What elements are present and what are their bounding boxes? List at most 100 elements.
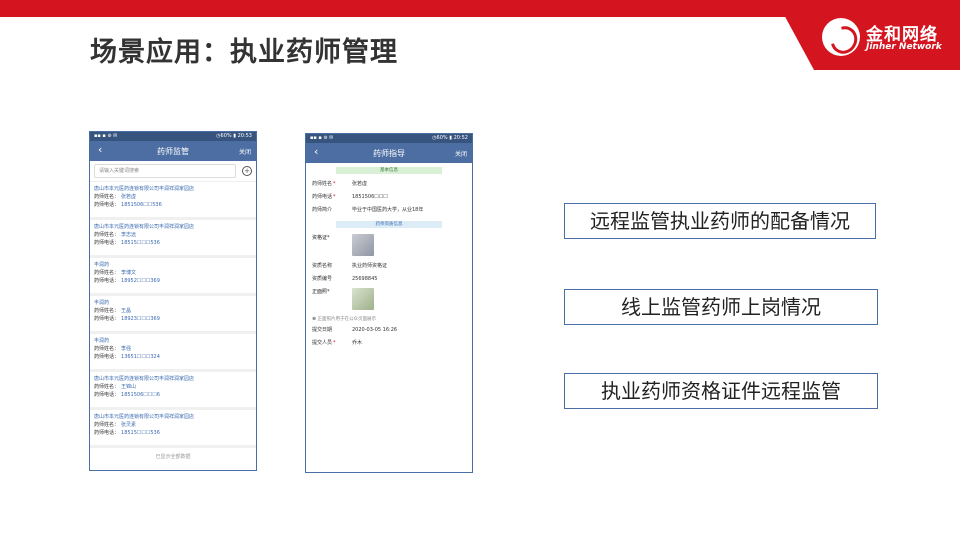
label-intro: 药师简介 [312,207,333,213]
close-button[interactable]: 关闭 [455,149,467,158]
list-item[interactable]: 唐山市本元医药连锁有限公司丰润祥润家园店 药师姓名： 李志远 药师电话： 18515☐☐… [90,220,256,258]
card-phone-value: 13651☐☐☐324 [121,354,160,360]
value-submitter: 乔木 [352,340,363,346]
label-phone: 药师电话 [312,194,333,200]
form-row-photo: 正面照* [306,286,472,314]
value-intro: 毕业于中国医药大学，从业18年 [352,207,424,213]
value-cert-no: 25698845 [352,276,378,282]
card-name-line: 药师姓名： 王锦山 [94,383,252,391]
phone-pharmacist-detail: ▪▪ ▪ ⊚ ✉ ◷60% ▮ 20:52 ‹ 药师指导 关闭 基本信息 药师姓… [305,133,473,473]
label-cert: 资格证 [312,235,328,241]
card-name-value: 张灵素 [121,422,137,428]
card-name-line: 药师姓名： 张若虚 [94,193,252,201]
form-row-intro: 药师简介 毕业于中国医药大学，从业18年 [306,204,472,217]
card-phone-value: 18923☐☐☐369 [121,316,160,322]
callout-certificate: 执业药师资格证件远程监管 [564,373,878,409]
required-mark: * [333,340,336,346]
card-phone-label: 药师电话： [94,392,120,398]
list-item[interactable]: 丰润药 药师姓名： 李强 药师电话： 13651☐☐☐324 [90,334,256,372]
card-phone-label: 药师电话： [94,354,120,360]
card-name-value: 李博文 [121,270,137,276]
callout-on-duty: 线上监管药师上岗情况 [564,289,878,325]
card-name-label: 药师姓名： [94,194,120,200]
list-footer: 已显示全部数据 [155,454,191,460]
label-cert-name: 资质名称 [312,263,333,269]
card-name-line: 药师姓名： 李博文 [94,269,252,277]
form-row-name: 药师姓名* 张若虚 [306,178,472,191]
value-date: 2020-03-05 16:26 [352,327,398,333]
card-phone-line: 药师电话： 18923☐☐☐369 [94,315,252,323]
nav-bar: ‹ 药师指导 关闭 [306,143,472,163]
card-name-label: 药师姓名： [94,346,120,352]
value-cert-name: 执业药师资格证 [352,263,388,269]
required-mark: * [333,194,336,200]
list-item[interactable]: 唐山市本元医药连锁有限公司丰润祥润家园店 药师姓名： 张若虚 药师电话： 1851506… [90,182,256,220]
label-submitter: 提交人员 [312,340,333,346]
status-bar: ▪▪ ▪ ⊚ ✉ ◷60% ▮ 20:52 [306,134,472,143]
card-phone-line: 药师电话： 18515☐☐☐536 [94,239,252,247]
section-cert-info: 药师资质信息 [336,221,442,228]
card-phone-line: 药师电话： 18952☐☐☐369 [94,277,252,285]
label-cert-no: 资质编号 [312,276,333,282]
status-bar: ▪▪ ▪ ⊚ ✉ ◷60% ▮ 20:53 [90,132,256,141]
add-icon[interactable]: + [242,166,252,176]
card-name-line: 药师姓名： 张灵素 [94,421,252,429]
card-name-label: 药师姓名： [94,308,120,314]
label-name: 药师姓名 [312,181,333,187]
card-name-label: 药师姓名： [94,270,120,276]
card-phone-line: 药师电话： 1851506☐☐536 [94,201,252,209]
page-title: 场景应用：执业药师管理 [90,37,398,68]
form-row-cert-image: 资格证* [306,232,472,260]
form-row-cert-no: 资质编号 25698845 [306,273,472,286]
nav-bar: ‹ 药师监管 关闭 [90,141,256,161]
photo-thumbnail[interactable] [352,288,374,310]
card-name-line: 药师姓名： 王晶 [94,307,252,315]
card-name-label: 药师姓名： [94,422,120,428]
card-name-value: 王锦山 [121,384,137,390]
form-row-submitter: 提交人员* 乔木 [306,337,472,350]
phone-pharmacist-list: ▪▪ ▪ ⊚ ✉ ◷60% ▮ 20:53 ‹ 药师监管 关闭 请输入关键词搜索… [89,131,257,471]
status-icons: ▪▪ ▪ ⊚ ✉ [94,133,118,139]
form-row-phone: 药师电话* 1851506☐☐☐ [306,191,472,204]
search-row: 请输入关键词搜索 + [90,161,256,182]
search-input[interactable]: 请输入关键词搜索 [94,164,236,178]
card-phone-label: 药师电话： [94,278,120,284]
brand-logo: 金和网络 Jinher Network [822,16,952,60]
card-phone-line: 药师电话： 1851506☐☐☐6 [94,391,252,399]
card-phone-label: 药师电话： [94,430,120,436]
status-icons: ▪▪ ▪ ⊚ ✉ [310,135,334,141]
list-item[interactable]: 唐山市本元医药连锁有限公司丰润祥润家园店 药师姓名： 王锦山 药师电话： 1851506… [90,372,256,410]
list-item[interactable]: 唐山市本元医药连锁有限公司丰润祥润家园店 药师姓名： 张灵素 药师电话： 18515☐☐… [90,410,256,448]
card-shop-name: 唐山市本元医药连锁有限公司丰润祥润家园店 [94,186,195,192]
card-shop-name: 唐山市本元医药连锁有限公司丰润祥润家园店 [94,414,195,420]
list-item[interactable]: 丰润药 药师姓名： 李博文 药师电话： 18952☐☐☐369 [90,258,256,296]
photo-hint: ❶ 正面照片用于在公众页面展示 [312,317,376,322]
required-mark: * [333,181,336,187]
list-item[interactable]: 丰润药 药师姓名： 王晶 药师电话： 18923☐☐☐369 [90,296,256,334]
card-name-label: 药师姓名： [94,232,120,238]
form-row-date: 提交日期 2020-03-05 16:26 [306,324,472,337]
section-basic-info: 基本信息 [336,167,442,174]
card-name-line: 药师姓名： 李志远 [94,231,252,239]
form-row-cert-name: 资质名称 执业药师资格证 [306,260,472,273]
pharmacist-list: 唐山市本元医药连锁有限公司丰润祥润家园店 药师姓名： 张若虚 药师电话： 1851506… [90,182,256,448]
close-button[interactable]: 关闭 [239,147,251,156]
required-mark: * [327,235,330,241]
card-phone-line: 药师电话： 18515☐☐☐536 [94,429,252,437]
card-name-value: 王晶 [121,308,132,314]
card-shop-name: 丰润药 [94,338,110,344]
card-name-value: 李强 [121,346,132,352]
card-phone-value: 1851506☐☐☐6 [121,392,160,398]
card-phone-value: 18515☐☐☐536 [121,240,160,246]
cert-image-thumbnail[interactable] [352,234,374,256]
label-photo: 正面照 [312,289,328,295]
status-time: ◷60% ▮ 20:53 [216,133,252,139]
card-phone-value: 18515☐☐☐536 [121,430,160,436]
card-name-value: 张若虚 [121,194,137,200]
card-phone-line: 药师电话： 13651☐☐☐324 [94,353,252,361]
nav-title: 药师指导 [373,149,405,158]
callout-staffing: 远程监管执业药师的配备情况 [564,203,876,239]
value-phone: 1851506☐☐☐ [352,194,388,200]
card-name-value: 李志远 [121,232,137,238]
card-name-line: 药师姓名： 李强 [94,345,252,353]
